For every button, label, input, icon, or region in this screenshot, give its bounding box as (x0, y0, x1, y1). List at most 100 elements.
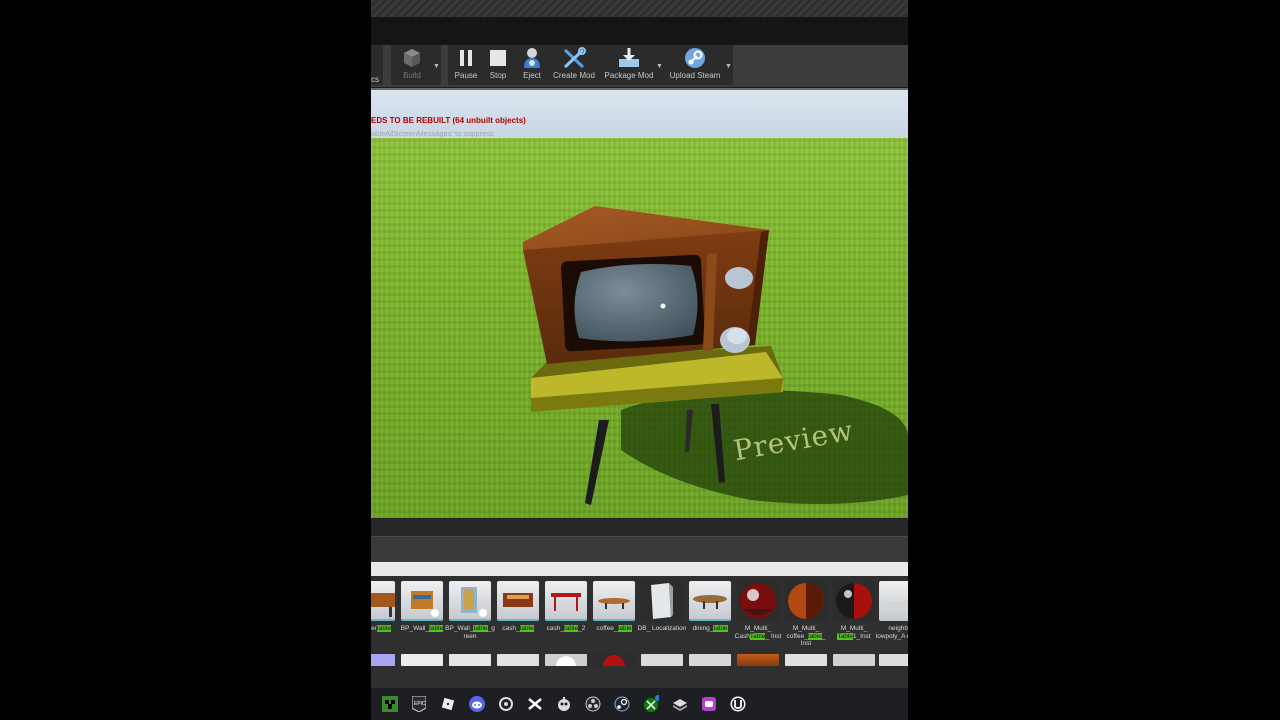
steam-like-icon[interactable] (498, 696, 514, 712)
toolbar-group-left: cs (371, 45, 383, 85)
asset-tile[interactable]: coffee_table (593, 581, 635, 651)
build-icon (404, 49, 420, 67)
panel-tab-bar (371, 536, 908, 563)
asset-tile-row2[interactable] (785, 654, 827, 666)
asset-thumbnail (371, 581, 395, 621)
asset-tile-row2[interactable] (737, 654, 779, 666)
asset-thumbnail (449, 581, 491, 621)
create-mod-button[interactable]: Create Mod (552, 47, 596, 85)
xbox-icon[interactable] (643, 695, 659, 712)
asset-label: BP_Wall_table_green (445, 625, 495, 640)
unreal-engine-icon[interactable] (730, 696, 746, 712)
asset-tile-row2[interactable] (449, 654, 491, 666)
pause-label: Pause (454, 71, 478, 80)
package-mod-dropdown-arrow[interactable]: ▼ (656, 63, 663, 70)
asset-label: eachertable (371, 625, 391, 632)
eject-label: Eject (523, 71, 541, 80)
asset-tile[interactable]: cash_table (497, 581, 539, 651)
asset-label: cash_table_2 (546, 625, 586, 632)
stop-icon (490, 50, 506, 66)
asset-thumbnail (401, 581, 443, 621)
tv-model (523, 206, 769, 364)
cut-off-label: cs (371, 75, 379, 84)
asset-tile-row2[interactable] (879, 654, 908, 666)
eject-button[interactable]: Eject (518, 47, 546, 85)
asset-tile-row2[interactable] (497, 654, 539, 666)
asset-tile[interactable]: cash_table_2 (545, 581, 587, 651)
package-mod-button[interactable]: Package Mod (603, 47, 655, 85)
editor-window: cs Build ▼ Pause Stop Eject Create Mod P… (371, 0, 908, 720)
asset-label: cash_table (502, 625, 534, 632)
pause-icon (460, 50, 472, 66)
play-group: Pause Stop Eject Create Mod Package Mod … (448, 45, 733, 85)
asset-tile-row2[interactable] (641, 654, 683, 666)
asset-label: M_Multi_ coffee_table_ Inst (786, 625, 826, 647)
asset-thumbnail (833, 581, 875, 621)
stop-button[interactable]: Stop (484, 47, 512, 85)
asset-tile[interactable]: eachertable (371, 581, 395, 651)
asset-label: DB_ Localization (637, 625, 687, 632)
asset-tile[interactable]: BP_Wall_table_green (445, 581, 495, 651)
title-bar (371, 0, 908, 17)
asset-tile[interactable]: M_Multi_ Table1_Inst (833, 581, 875, 651)
asset-tile-row2[interactable] (401, 654, 443, 666)
asset-thumbnail (497, 581, 539, 621)
asset-tile-row2[interactable] (593, 654, 635, 666)
asset-tile-row2[interactable] (545, 654, 587, 666)
asset-tile-row2[interactable] (833, 654, 875, 666)
asset-thumbnail (689, 581, 731, 621)
upload-steam-dropdown-arrow[interactable]: ▼ (725, 63, 732, 70)
upload-steam-button[interactable]: Upload Steam (667, 47, 723, 85)
package-mod-label: Package Mod (604, 71, 654, 80)
roblox-icon[interactable] (440, 696, 456, 712)
viewport-bottom-bar (371, 518, 908, 536)
asset-tile-row2[interactable] (689, 654, 731, 666)
build-button[interactable]: Build (397, 47, 427, 85)
create-mod-label: Create Mod (553, 71, 595, 80)
asset-label: M_Multi_ Table1_Inst (837, 625, 871, 640)
tv-screen (574, 264, 698, 342)
discord-icon[interactable] (469, 696, 485, 712)
content-browser-header (371, 562, 908, 576)
tv-knob-top (725, 267, 753, 289)
package-download-icon (619, 48, 639, 67)
build-group: Build ▼ (391, 45, 441, 85)
menu-area (371, 17, 908, 46)
asset-label: dining_table (692, 625, 728, 632)
level-viewport[interactable]: EDS TO BE REBUILT (64 unbuilt objects) a… (371, 88, 908, 520)
asset-label: neighbo lowpoly_A rio_sit (875, 625, 908, 640)
asset-label: coffee_table (596, 625, 632, 632)
preview-scene (523, 206, 908, 505)
pause-button[interactable]: Pause (451, 47, 481, 85)
svg-text:EPIC: EPIC (414, 701, 426, 707)
asset-thumbnail (593, 581, 635, 621)
upload-steam-label: Upload Steam (669, 71, 721, 80)
asset-tile[interactable]: dining_table (689, 581, 731, 651)
eject-icon (524, 48, 540, 68)
asset-thumbnail (737, 581, 779, 621)
asset-tile[interactable]: DB_ Localization (638, 581, 686, 651)
steam-icon (685, 48, 705, 68)
os-taskbar: EPIC (371, 688, 908, 720)
content-browser: eachertable BP_Wall_table BP_Wall_table_… (371, 576, 908, 688)
asset-tile[interactable]: BP_Wall_table (401, 581, 444, 651)
build-dropdown-arrow[interactable]: ▼ (433, 63, 440, 70)
minecraft-icon[interactable] (382, 696, 398, 712)
asset-thumbnail (879, 581, 908, 621)
capcut-icon[interactable] (527, 696, 543, 712)
asset-tile[interactable]: M_Multi_ coffee_table_ Inst (785, 581, 827, 651)
asset-tile[interactable]: M_Multi_ CashTable_ Inst (735, 581, 781, 651)
stop-label: Stop (489, 71, 507, 80)
epic-games-icon[interactable]: EPIC (411, 696, 427, 712)
obs-icon[interactable] (585, 696, 601, 712)
robot-icon[interactable] (556, 696, 572, 712)
asset-label: BP_Wall_table (400, 625, 444, 632)
asset-thumbnail (641, 581, 683, 621)
asset-thumbnail (785, 581, 827, 621)
asset-label: M_Multi_ CashTable_ Inst (734, 625, 782, 640)
asset-tile[interactable]: neighbo lowpoly_A rio_sit (876, 581, 908, 651)
asset-tile-row2[interactable] (371, 654, 395, 666)
stack-icon[interactable] (672, 696, 688, 712)
gamepad-icon[interactable] (701, 696, 717, 712)
steam-icon[interactable] (614, 696, 630, 712)
